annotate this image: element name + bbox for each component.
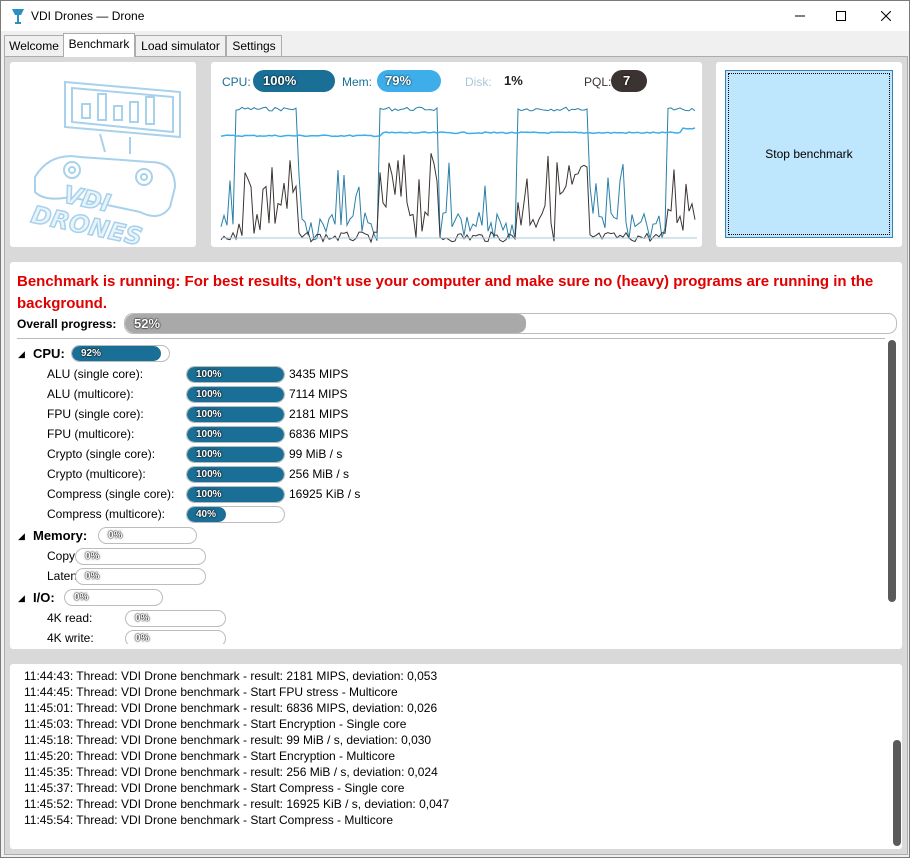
log-entry: 11:44:45: Thread: VDI Drone benchmark - … [24,685,398,699]
io-item-progress: 0% [125,630,226,644]
close-icon [881,11,891,21]
cpu-item-label: Crypto (multicore): [47,467,146,481]
benchmark-tree: ◢ CPU: 92% ALU (single core): 100% 3435 MI… [10,340,886,644]
cpu-item-label: Compress (multicore): [47,507,166,521]
cpu-item-label: Compress (single core): [47,487,175,501]
collapse-memory-icon[interactable]: ◢ [18,531,25,542]
cpu-item-progress: 100% [186,446,285,463]
benchmark-tab-content: VDI DRONES CPU: 100% Mem: 79% Disk: 1% P… [4,56,908,855]
cpu-item-result: 16925 KiB / s [289,487,361,501]
cpu-item-result: 7114 MIPS [289,387,348,401]
disk-usage-badge: 1% [504,73,523,88]
io-group-progress: 0% [64,589,163,606]
log-entry: 11:45:03: Thread: VDI Drone benchmark - … [24,717,407,731]
log-scrollbar-thumb[interactable] [893,740,901,846]
memory-item-label: Copy: [47,549,79,563]
cpu-item-progress: 100% [186,426,285,443]
log-panel: 11:44:43: Thread: VDI Drone benchmark - … [10,664,902,849]
tree-scrollbar-thumb[interactable] [888,340,896,602]
mem-history-line [220,127,696,138]
io-group-label: I/O: [33,590,55,605]
close-button[interactable] [863,1,909,31]
cpu-item-progress: 100% [186,486,285,503]
mem-label: Mem: [342,75,372,89]
cpu-item-label: FPU (multicore): [47,427,135,441]
title-bar[interactable]: VDI Drones — Drone [1,1,909,31]
cpu-item-progress: 40% [186,506,285,523]
benchmark-warning: Benchmark is running: For best results, … [17,273,874,312]
cpu-item-label: ALU (multicore): [47,387,134,401]
log-entry: 11:45:18: Thread: VDI Drone benchmark - … [24,733,432,747]
log-entry: 11:44:43: Thread: VDI Drone benchmark - … [24,669,438,683]
vdi-drones-logo: VDI DRONES [28,80,181,252]
tab-settings[interactable]: Settings [226,35,282,56]
memory-group-progress: 0% [98,527,197,544]
log-entry: 11:45:37: Thread: VDI Drone benchmark - … [24,781,405,795]
memory-item-progress: 0% [75,548,206,565]
stop-panel: Stop benchmark [716,62,902,247]
cpu-usage-badge: 100% [253,70,335,92]
overall-progress-bar: 52% [124,313,897,334]
maximize-icon [836,11,846,21]
log-entry: 11:45:52: Thread: VDI Drone benchmark - … [24,797,450,811]
memory-group-label: Memory: [33,528,88,543]
app-window: VDI Drones — Drone Welcome Benchmark Loa… [0,0,910,858]
memory-item-progress: 0% [75,568,206,585]
cpu-item-progress: 100% [186,386,285,403]
cpu-item-progress: 100% [186,466,285,483]
window-title: VDI Drones — Drone [31,9,145,23]
log-entry: 11:45:35: Thread: VDI Drone benchmark - … [24,765,438,779]
cpu-item-progress: 100% [186,366,285,383]
cpu-label: CPU: [222,75,251,89]
log-entry: 11:45:01: Thread: VDI Drone benchmark - … [24,701,438,715]
pql-label: PQL: [584,75,612,89]
cpu-item-label: Crypto (single core): [47,447,156,461]
cpu-item-result: 2181 MIPS [289,407,349,421]
cpu-item-result: 256 MiB / s [289,467,350,481]
cpu-history-line [220,106,696,241]
minimize-button[interactable] [777,1,823,31]
cpu-item-label: ALU (single core): [47,367,144,381]
overall-progress-label: Overall progress: [17,317,117,331]
live-usage-panel: CPU: 100% Mem: 79% Disk: 1% PQL: 7 [211,62,702,247]
collapse-io-icon[interactable]: ◢ [18,593,25,604]
cpu-group-progress: 92% [71,345,170,362]
cpu-item-result: 99 MiB / s [289,447,343,461]
progress-panel: Benchmark is running: For best results, … [10,262,902,649]
io-item-progress: 0% [125,610,226,627]
cpu-item-result: 3435 MIPS [289,367,349,381]
io-item-label: 4K write: [47,631,94,644]
cpu-group-label: CPU: [33,346,65,361]
stop-benchmark-button[interactable]: Stop benchmark [725,70,893,238]
pql-history-line [220,153,696,244]
mem-usage-badge: 79% [377,70,441,92]
cpu-item-progress: 100% [186,406,285,423]
log-entry: 11:45:20: Thread: VDI Drone benchmark - … [24,749,396,763]
disk-label: Disk: [465,75,492,89]
minimize-icon [795,15,805,17]
tab-load-simulator[interactable]: Load simulator [135,35,226,56]
logo-panel: VDI DRONES [10,62,196,252]
tab-benchmark[interactable]: Benchmark [63,33,135,57]
log-entry: 11:45:54: Thread: VDI Drone benchmark - … [24,813,394,827]
tab-welcome[interactable]: Welcome [4,35,64,56]
maximize-button[interactable] [818,1,864,31]
drone-app-icon [12,9,24,24]
cpu-item-result: 6836 MIPS [289,427,349,441]
cpu-item-label: FPU (single core): [47,407,144,421]
pql-badge: 7 [611,70,647,92]
collapse-cpu-icon[interactable]: ◢ [18,349,25,360]
io-item-label: 4K read: [47,611,93,625]
